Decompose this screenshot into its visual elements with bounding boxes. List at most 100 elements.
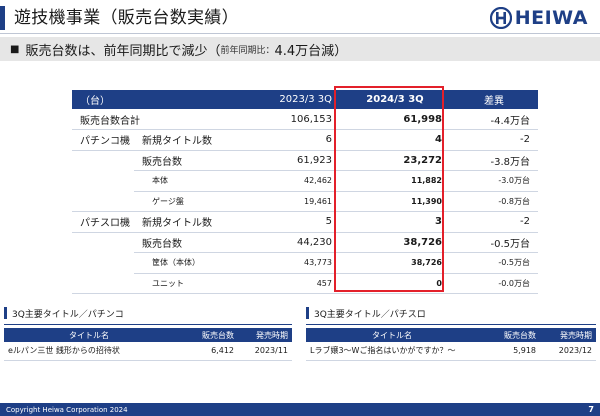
title-name: eルパン三世 銭形からの招待状 [4, 342, 174, 361]
prev-value: 44,230 [252, 232, 340, 253]
row-category [72, 171, 134, 192]
table-row: eルパン三世 銭形からの招待状 6,412 2023/11 [4, 342, 292, 361]
table-row: ユニット 457 0 -0.0万台 [72, 273, 538, 294]
logo-wordmark: HEIWA [514, 7, 588, 29]
row-category [72, 150, 134, 171]
heiwa-emblem-icon [489, 7, 512, 29]
period-header: 発売時期 [238, 328, 292, 342]
title-accent-bar [0, 6, 5, 30]
pachinko-section-label: 3Q主要タイトル／パチンコ [12, 309, 124, 320]
section-rule [4, 324, 292, 325]
diff-value: -0.5万台 [450, 252, 538, 274]
table-row: パチスロ機 新規タイトル数 5 3 -2 [72, 211, 538, 233]
pachinko-titles-table: タイトル名 販売台数 発売時期 eルパン三世 銭形からの招待状 6,412 20… [4, 328, 292, 361]
diff-value: -3.0万台 [450, 170, 538, 192]
table-row: パチンコ機 新規タイトル数 6 4 -2 [72, 129, 538, 151]
current-value: 11,882 [340, 170, 450, 192]
paren-close: ） [334, 43, 348, 59]
paren-open: （ [207, 43, 221, 59]
pachislot-table-header: タイトル名 販売台数 発売時期 [306, 328, 596, 342]
row-category: パチンコ機 [72, 129, 134, 151]
slide-header: 遊技機事業（販売台数実績） HEIWA [0, 0, 600, 34]
pachislot-section-title: 3Q主要タイトル／パチスロ [306, 306, 596, 320]
row-subcategory: 本体 [134, 170, 252, 192]
blank-header [134, 90, 252, 109]
row-category [72, 232, 134, 253]
current-value: 38,726 [340, 232, 450, 253]
current-value: 23,272 [340, 150, 450, 171]
table-row: ゲージ盤 19,461 11,390 -0.8万台 [72, 191, 538, 212]
slide-footer: Copyright Heiwa Corporation 2024 7 [0, 403, 600, 416]
diff-value: -0.0万台 [450, 273, 538, 294]
table-row: 筐体（本体） 43,773 38,726 -0.5万台 [72, 252, 538, 274]
row-subcategory: 新規タイトル数 [134, 211, 252, 233]
current-value: 11,390 [340, 191, 450, 212]
sales-table: （台） 2023/3 3Q 2024/3 3Q 差異 販売台数合計 106,15… [72, 90, 538, 294]
prev-value: 43,773 [252, 252, 340, 274]
row-subcategory: ユニット [134, 273, 252, 294]
diff-value: -0.8万台 [450, 191, 538, 212]
period-header: 発売時期 [540, 328, 596, 342]
current-period-header: 2024/3 3Q [340, 90, 450, 109]
title-name: Lラブ嬢3～Wご指名はいかがですか？～ [306, 342, 478, 361]
header-divider [0, 33, 600, 34]
row-category: 販売台数合計 [72, 109, 252, 130]
page-title: 遊技機事業（販売台数実績） [14, 8, 239, 28]
summary-amount: 4.4万台減 [274, 43, 335, 59]
unit-header: （台） [72, 90, 134, 109]
current-value: 38,726 [340, 252, 450, 274]
period-value: 2023/12 [540, 342, 596, 361]
current-value: 61,998 [340, 109, 450, 130]
prev-value: 457 [252, 273, 340, 294]
section-rule [306, 324, 596, 325]
prev-value: 106,153 [252, 109, 340, 130]
diff-value: -4.4万台 [450, 109, 538, 130]
table-row: 本体 42,462 11,882 -3.0万台 [72, 170, 538, 192]
diff-value: -2 [450, 211, 538, 233]
row-category [72, 191, 134, 212]
row-category: パチスロ機 [72, 211, 134, 233]
current-value: 0 [340, 273, 450, 294]
pachislot-section-label: 3Q主要タイトル／パチスロ [314, 309, 426, 320]
sales-table-header: （台） 2023/3 3Q 2024/3 3Q 差異 [72, 90, 538, 109]
row-subcategory: 販売台数 [134, 150, 252, 171]
row-subcategory: 筐体（本体） [134, 252, 252, 274]
diff-value: -3.8万台 [450, 150, 538, 171]
pachislot-titles-table: タイトル名 販売台数 発売時期 Lラブ嬢3～Wご指名はいかがですか？～ 5,91… [306, 328, 596, 361]
summary-banner: ■ 販売台数は、前年同期比で減少 （ 前年同期比： 4.4万台減 ） [0, 37, 600, 61]
section-accent-bar [306, 307, 309, 319]
current-value: 4 [340, 129, 450, 151]
copyright-text: Copyright Heiwa Corporation 2024 [6, 405, 128, 414]
pachinko-titles-section: 3Q主要タイトル／パチンコ タイトル名 販売台数 発売時期 eルパン三世 銭形か… [4, 306, 292, 361]
prev-value: 5 [252, 211, 340, 233]
table-row: Lラブ嬢3～Wご指名はいかがですか？～ 5,918 2023/12 [306, 342, 596, 361]
pachinko-section-title: 3Q主要タイトル／パチンコ [4, 306, 292, 320]
title-name-header: タイトル名 [306, 328, 478, 342]
row-category [72, 253, 134, 274]
bullet-square: ■ [10, 43, 20, 55]
row-subcategory: ゲージ盤 [134, 191, 252, 212]
summary-note-label: 前年同期比： [220, 45, 275, 56]
period-value: 2023/11 [238, 342, 292, 361]
pachinko-table-header: タイトル名 販売台数 発売時期 [4, 328, 292, 342]
table-row: 販売台数 61,923 23,272 -3.8万台 [72, 150, 538, 171]
diff-value: -0.5万台 [450, 232, 538, 253]
prev-value: 19,461 [252, 191, 340, 212]
diff-header: 差異 [450, 90, 538, 109]
page-number: 7 [588, 405, 594, 414]
prev-value: 6 [252, 129, 340, 151]
units-header: 販売台数 [478, 328, 540, 342]
heiwa-logo: HEIWA [489, 6, 588, 30]
table-row: 販売台数合計 106,153 61,998 -4.4万台 [72, 109, 538, 130]
units-header: 販売台数 [174, 328, 238, 342]
section-accent-bar [4, 307, 7, 319]
units-value: 6,412 [174, 342, 238, 361]
diff-value: -2 [450, 129, 538, 151]
row-subcategory: 新規タイトル数 [134, 129, 252, 151]
units-value: 5,918 [478, 342, 540, 361]
row-category [72, 273, 134, 294]
row-subcategory: 販売台数 [134, 232, 252, 253]
pachislot-titles-section: 3Q主要タイトル／パチスロ タイトル名 販売台数 発売時期 Lラブ嬢3～Wご指名… [306, 306, 596, 361]
prev-value: 61,923 [252, 150, 340, 171]
prev-period-header: 2023/3 3Q [252, 90, 340, 109]
